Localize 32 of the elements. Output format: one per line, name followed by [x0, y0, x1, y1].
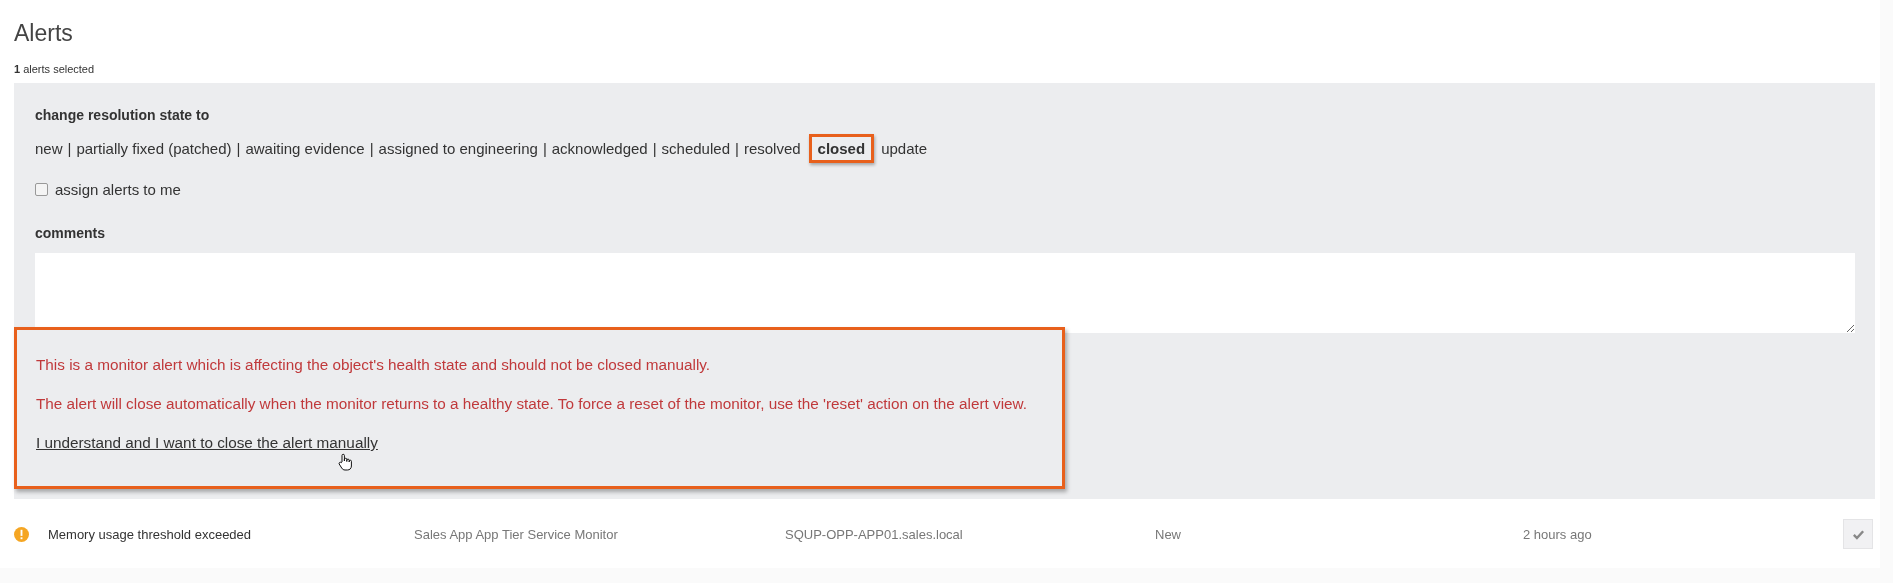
- comments-field[interactable]: [35, 253, 1855, 333]
- update-link[interactable]: update: [881, 140, 927, 157]
- resolution-state-link[interactable]: new: [35, 140, 63, 157]
- resolution-state-link[interactable]: scheduled: [661, 140, 730, 157]
- separator: |: [652, 140, 657, 157]
- page-title: Alerts: [13, 19, 74, 47]
- section-label: change resolution state to: [35, 107, 211, 123]
- separator: |: [542, 140, 547, 157]
- warning-message: This is a monitor alert which is affecting the object's health state and should not be closed manually.: [36, 356, 712, 374]
- alert-monitor: Sales App App Tier Service Monitor: [414, 526, 619, 542]
- alert-age: 2 hours ago: [1523, 526, 1593, 542]
- alert-state: New: [1155, 526, 1182, 542]
- warning-message: The alert will close automatically when the monitor returns to a healthy state. To force a reset of the monitor, use the 'reset' action on the alert view.: [36, 395, 1029, 413]
- separator: |: [236, 140, 241, 157]
- checkbox-label: assign alerts to me: [55, 181, 181, 198]
- row-checkbox[interactable]: [1843, 519, 1873, 549]
- alert-name: Memory usage threshold exceeded: [48, 526, 253, 542]
- resolution-state-link[interactable]: acknowledged: [551, 140, 648, 157]
- resolution-state-link[interactable]: assigned to engineering: [378, 140, 538, 157]
- comments-label: comments: [35, 225, 107, 241]
- alert-source: SQUP-OPP-APP01.sales.local: [785, 526, 964, 542]
- hand-cursor-icon: [337, 453, 352, 471]
- resolution-state-link[interactable]: closed: [808, 134, 875, 163]
- selection-count: 1 alerts selected: [13, 62, 96, 75]
- resolution-state-link[interactable]: partially fixed (patched): [76, 140, 232, 157]
- checkbox[interactable]: [35, 183, 48, 196]
- confirm-link[interactable]: I understand and I want to close the alert manually: [36, 434, 378, 452]
- resolution-state-link[interactable]: awaiting evidence: [245, 140, 365, 157]
- separator: |: [369, 140, 374, 157]
- separator: |: [67, 140, 72, 157]
- resolution-state-link[interactable]: resolved: [743, 140, 801, 157]
- separator: |: [735, 140, 739, 157]
